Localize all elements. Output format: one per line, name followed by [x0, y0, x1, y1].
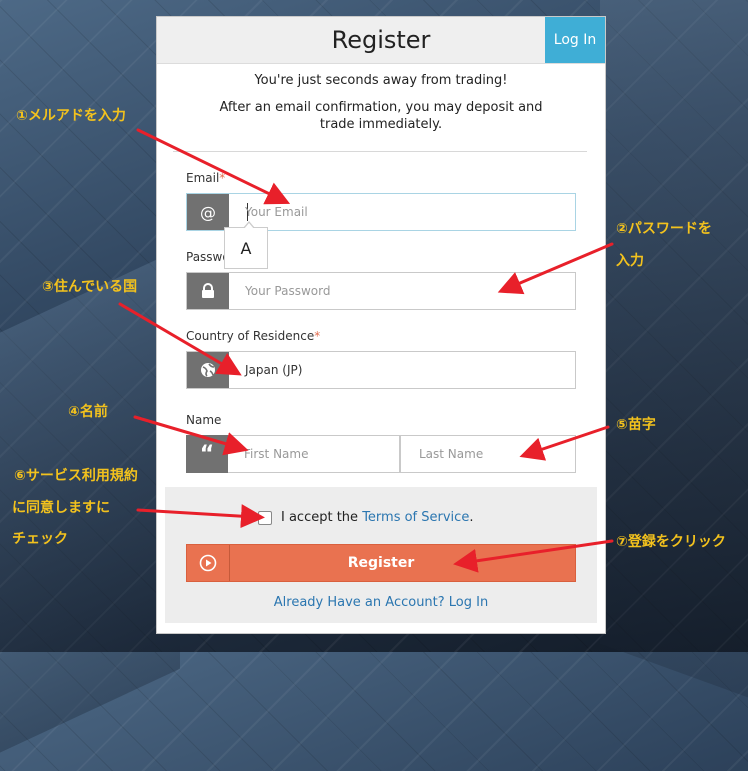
intro-text: You're just seconds away from trading! [254, 73, 508, 88]
register-button[interactable]: Register [186, 544, 576, 582]
annotation-password-line2: 入力 [616, 253, 644, 269]
required-mark: * [219, 171, 226, 185]
divider [173, 151, 587, 152]
accept-text: I accept the [281, 510, 359, 525]
annotation-last-name: ⑤苗字 [616, 417, 656, 433]
country-select[interactable]: Japan (JP) [186, 351, 576, 389]
password-placeholder: Your Password [245, 284, 331, 298]
terms-checkbox[interactable] [258, 511, 272, 525]
email-label-text: Email [186, 171, 220, 185]
login-button[interactable]: Log In [545, 17, 605, 63]
already-account-link[interactable]: Already Have an Account? Log In [165, 595, 597, 610]
annotation-first-name: ④名前 [68, 404, 108, 420]
globe-icon [187, 352, 229, 388]
annotation-country: ③住んでいる国 [42, 279, 138, 295]
annotation-terms-line3: チェック [12, 531, 68, 547]
annotation-terms: ⑥サービス利用規約 [14, 468, 138, 484]
input-mode-tooltip: A [224, 221, 268, 269]
annotation-register: ⑦登録をクリック [616, 534, 726, 550]
register-panel: Register Log In You're just seconds away… [156, 16, 606, 634]
at-icon: @ [187, 194, 229, 230]
annotation-terms-line2: に同意しますに [12, 500, 110, 516]
country-value: Japan (JP) [245, 363, 303, 377]
password-field[interactable]: Your Password [186, 272, 576, 310]
country-label-text: Country of Residence [186, 329, 315, 343]
required-mark: * [314, 329, 321, 343]
name-row: “ First Name Last Name [186, 435, 576, 473]
first-name-input[interactable]: First Name [228, 435, 400, 473]
terms-period: . [469, 510, 474, 525]
terms-text: I accept the Terms of Service. [281, 510, 473, 525]
register-button-label: Register [347, 555, 415, 571]
country-label: Country of Residence* [186, 329, 320, 343]
page-title: Register [331, 26, 431, 54]
panel-header: Register Log In [157, 17, 605, 64]
lock-icon [187, 273, 229, 309]
annotation-password: ②パスワードを [616, 221, 712, 237]
name-label: Name [186, 413, 222, 427]
terms-link[interactable]: Terms of Service [362, 510, 469, 525]
background-decoration [600, 0, 748, 717]
quote-icon: “ [186, 435, 228, 473]
email-label: Email* [186, 171, 225, 185]
annotation-email: ①メルアドを入力 [16, 108, 126, 124]
intro-subtext: After an email confirmation, you may dep… [219, 100, 543, 132]
form-footer: I accept the Terms of Service. Register … [165, 487, 597, 623]
last-name-input[interactable]: Last Name [400, 435, 576, 473]
